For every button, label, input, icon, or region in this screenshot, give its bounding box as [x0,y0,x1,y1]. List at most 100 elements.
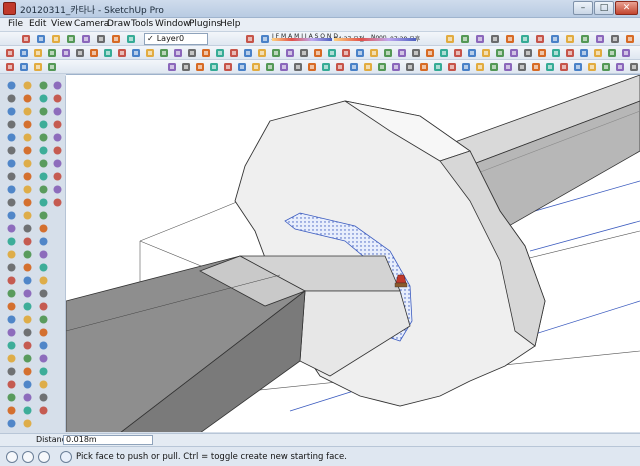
row2-tool-icon-1[interactable] [4,47,16,59]
row2-tool-icon-2[interactable] [18,47,30,59]
row2-tool-icon-41[interactable] [564,47,576,59]
left-tool-icon-72[interactable] [22,340,33,351]
row2-tool-icon-39[interactable] [536,47,548,59]
left-tool-icon-56[interactable] [6,275,17,286]
row2-tool-icon-25[interactable] [340,47,352,59]
geolocation-icon[interactable] [6,451,18,463]
row2-tool-icon-44[interactable] [606,47,618,59]
row2-tool-icon-4[interactable] [46,47,58,59]
row2-tool-icon-22[interactable] [298,47,310,59]
left-tool-icon-73[interactable] [38,340,49,351]
left-tool-icon-39[interactable] [38,197,49,208]
left-tool-icon-11[interactable] [38,106,49,117]
row2-tool-icon-31[interactable] [424,47,436,59]
shadow-settings[interactable]: J F M A M J J A S O N D 04:37 오전 Noon 07… [272,33,440,45]
left-tool-icon-37[interactable] [6,197,17,208]
left-tool-icon-1[interactable] [6,80,17,91]
menu-window[interactable]: Window [155,19,191,29]
left-tool-icon-23[interactable] [38,145,49,156]
row2-tool-icon-5[interactable] [60,47,72,59]
row1-tool-icon-2[interactable] [35,33,47,45]
left-tool-icon-2[interactable] [22,80,33,91]
menu-help[interactable]: Help [220,19,241,29]
row1-tool-icon-9[interactable] [244,33,256,45]
row2-tool-icon-32[interactable] [438,47,450,59]
left-tool-icon-36[interactable] [52,184,63,195]
row3-tool-icon-18[interactable] [348,61,360,73]
row1-tool-icon-17[interactable] [534,33,546,45]
left-tool-icon-25[interactable] [6,158,17,169]
row2-tool-icon-19[interactable] [256,47,268,59]
row2-tool-icon-8[interactable] [102,47,114,59]
row2-tool-icon-38[interactable] [522,47,534,59]
left-tool-icon-61[interactable] [38,288,49,299]
row3-tool-icon-9[interactable] [222,61,234,73]
left-tool-icon-81[interactable] [22,379,33,390]
vcb-input[interactable]: 0.018m [63,435,153,445]
menu-camera[interactable]: Camera [74,19,109,29]
minimize-button[interactable]: – [573,1,593,15]
row1-tool-icon-21[interactable] [594,33,606,45]
left-tool-icon-17[interactable] [6,132,17,143]
row2-tool-icon-26[interactable] [354,47,366,59]
row3-tool-icon-34[interactable] [572,61,584,73]
left-tool-icon-45[interactable] [22,223,33,234]
row3-tool-icon-31[interactable] [530,61,542,73]
left-tool-icon-85[interactable] [38,392,49,403]
left-tool-icon-30[interactable] [22,171,33,182]
row2-tool-icon-21[interactable] [284,47,296,59]
row2-tool-icon-27[interactable] [368,47,380,59]
left-tool-icon-84[interactable] [22,392,33,403]
left-tool-icon-16[interactable] [52,119,63,130]
menu-edit[interactable]: Edit [29,19,46,29]
row2-tool-icon-16[interactable] [214,47,226,59]
left-tool-icon-57[interactable] [22,275,33,286]
row2-tool-icon-36[interactable] [494,47,506,59]
left-tool-icon-83[interactable] [6,392,17,403]
left-tool-icon-59[interactable] [6,288,17,299]
row3-tool-icon-23[interactable] [418,61,430,73]
user-icon[interactable] [38,451,50,463]
row3-tool-icon-37[interactable] [614,61,626,73]
row3-tool-icon-25[interactable] [446,61,458,73]
left-tool-icon-3[interactable] [38,80,49,91]
left-tool-icon-74[interactable] [6,353,17,364]
row2-tool-icon-30[interactable] [410,47,422,59]
left-tool-icon-79[interactable] [38,366,49,377]
left-tool-icon-90[interactable] [22,418,33,429]
row2-tool-icon-18[interactable] [242,47,254,59]
left-tool-icon-50[interactable] [6,249,17,260]
row1-tool-icon-3[interactable] [50,33,62,45]
left-tool-icon-55[interactable] [38,262,49,273]
left-tool-icon-62[interactable] [6,301,17,312]
left-tool-icon-48[interactable] [22,236,33,247]
menu-file[interactable]: File [8,19,23,29]
left-tool-icon-89[interactable] [6,418,17,429]
left-tool-icon-18[interactable] [22,132,33,143]
left-tool-icon-78[interactable] [22,366,33,377]
row3-tool-icon-29[interactable] [502,61,514,73]
row3-tool-icon-26[interactable] [460,61,472,73]
row3-tool-icon-30[interactable] [516,61,528,73]
row2-tool-icon-34[interactable] [466,47,478,59]
left-tool-icon-42[interactable] [22,210,33,221]
row2-tool-icon-20[interactable] [270,47,282,59]
left-tool-icon-19[interactable] [38,132,49,143]
row2-tool-icon-33[interactable] [452,47,464,59]
left-tool-icon-46[interactable] [38,223,49,234]
row1-tool-icon-1[interactable] [20,33,32,45]
model-viewport[interactable] [66,74,640,432]
row3-tool-icon-27[interactable] [474,61,486,73]
left-tool-icon-32[interactable] [52,171,63,182]
left-tool-icon-54[interactable] [22,262,33,273]
row3-tool-icon-2[interactable] [18,61,30,73]
left-tool-icon-14[interactable] [22,119,33,130]
row2-tool-icon-35[interactable] [480,47,492,59]
left-tool-icon-51[interactable] [22,249,33,260]
left-tool-icon-75[interactable] [22,353,33,364]
menu-draw[interactable]: Draw [107,19,131,29]
row3-tool-icon-10[interactable] [236,61,248,73]
row3-tool-icon-22[interactable] [404,61,416,73]
row1-tool-icon-19[interactable] [564,33,576,45]
left-tool-icon-65[interactable] [6,314,17,325]
